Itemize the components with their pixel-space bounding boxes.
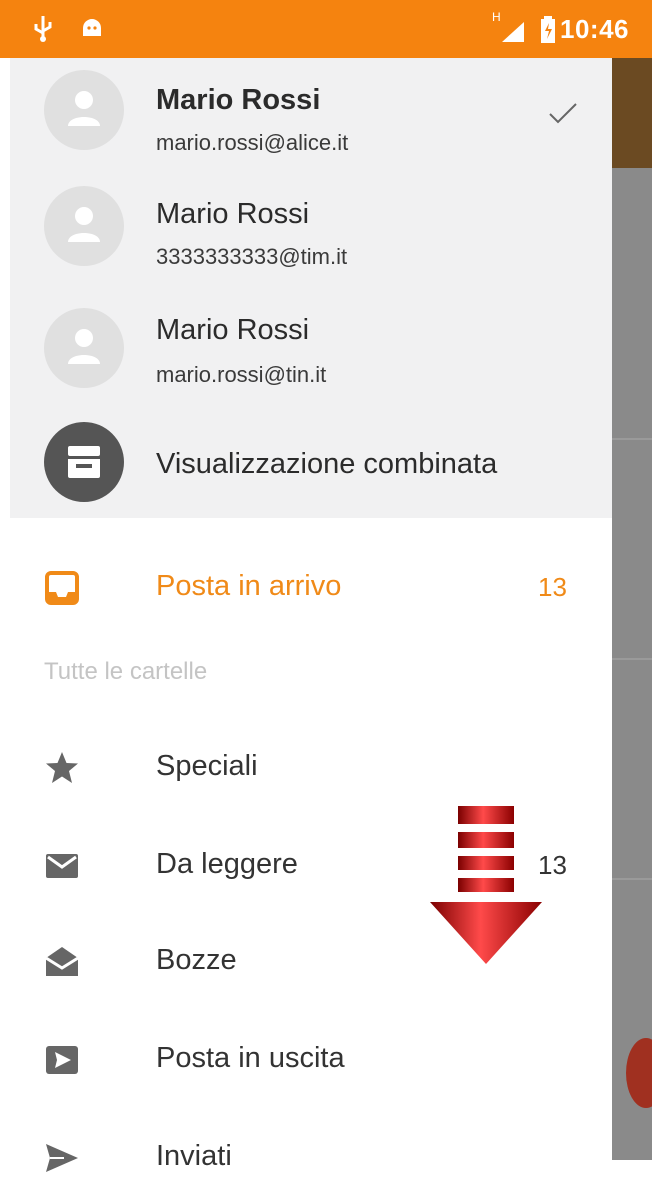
avatar — [44, 308, 124, 388]
account-email: 3333333333@tim.it — [156, 244, 348, 269]
clock: 10:46 — [560, 14, 629, 44]
account-email: mario.rossi@alice.it — [156, 130, 349, 155]
signal-icon — [502, 22, 524, 42]
background-divider — [612, 878, 652, 880]
person-icon — [68, 329, 100, 364]
account-item[interactable]: Mario Rossi mario.rossi@alice.it — [10, 58, 612, 174]
status-bar: H 10:46 — [0, 0, 652, 58]
person-icon — [68, 91, 100, 126]
background-divider — [612, 438, 652, 440]
nav-item-starred[interactable]: Speciali — [10, 722, 612, 812]
usb-icon — [34, 16, 52, 42]
nav-label: Inviati — [156, 1140, 232, 1172]
avatar — [44, 70, 124, 150]
nav-label: Speciali — [156, 750, 258, 782]
nav-item-outbox[interactable]: Posta in uscita — [10, 1014, 612, 1104]
nav-item-sent[interactable]: Inviati — [10, 1112, 612, 1202]
battery-icon — [541, 16, 555, 43]
account-email: mario.rossi@tin.it — [156, 362, 327, 387]
accounts-panel: Mario Rossi mario.rossi@alice.it Mario R… — [10, 58, 612, 518]
background-app-scrim[interactable] — [612, 58, 652, 1160]
mail-icon — [46, 854, 78, 878]
inbox-icon — [45, 571, 79, 605]
account-name: Mario Rossi — [156, 314, 310, 346]
unread-count: 13 — [538, 572, 567, 602]
open-envelope-icon — [45, 947, 79, 976]
combined-avatar — [44, 422, 124, 502]
star-icon — [46, 752, 78, 783]
account-item[interactable]: Mario Rossi mario.rossi@tin.it — [10, 290, 612, 406]
send-icon — [46, 1144, 78, 1172]
background-toolbar — [612, 58, 652, 168]
background-fab — [626, 1038, 652, 1108]
account-name: Mario Rossi — [156, 198, 310, 230]
background-divider — [612, 658, 652, 660]
person-icon — [68, 207, 100, 242]
account-item[interactable]: Mario Rossi 3333333333@tim.it — [10, 174, 612, 290]
inbox-tray-icon — [68, 446, 100, 478]
outbox-icon — [46, 1046, 78, 1074]
nav-label: Da leggere — [156, 848, 298, 880]
avatar — [44, 186, 124, 266]
scroll-down-arrow-icon — [430, 806, 542, 964]
check-icon — [549, 103, 577, 124]
nav-label: Bozze — [156, 944, 237, 976]
unread-count: 13 — [538, 850, 567, 880]
account-name: Mario Rossi — [156, 84, 321, 116]
combined-view-label: Visualizzazione combinata — [156, 448, 498, 480]
android-debug-icon — [83, 19, 101, 36]
nav-label: Posta in uscita — [156, 1042, 345, 1074]
nav-label: Posta in arrivo — [156, 570, 342, 602]
nav-item-inbox[interactable]: Posta in arrivo 13 — [10, 542, 612, 632]
navigation-drawer: Mario Rossi mario.rossi@alice.it Mario R… — [10, 58, 612, 1172]
folders-section-header: Tutte le cartelle — [44, 658, 208, 685]
